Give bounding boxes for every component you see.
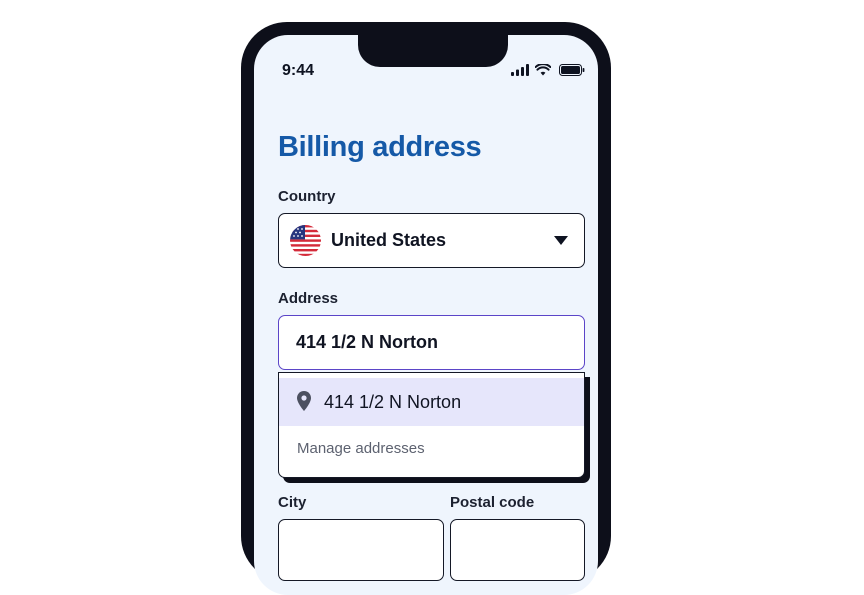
phone-frame: 9:44 Billing address Country United Stat… <box>241 22 611 595</box>
address-label: Address <box>278 290 339 307</box>
status-time: 9:44 <box>282 62 315 79</box>
wifi-icon <box>535 64 551 76</box>
app-screen: 9:44 Billing address Country United Stat… <box>254 35 598 595</box>
postal-code-label: Postal code <box>450 494 535 511</box>
country-label: Country <box>278 188 336 205</box>
address-value: 414 1/2 N Norton <box>296 332 439 352</box>
chevron-down-icon <box>554 236 568 245</box>
manage-addresses-link[interactable]: Manage addresses <box>297 440 425 457</box>
address-suggestions: 414 1/2 N Norton Manage addresses <box>278 372 585 478</box>
notch <box>358 35 508 67</box>
page-title: Billing address <box>278 131 482 163</box>
city-label: City <box>278 494 307 511</box>
location-pin-icon <box>297 391 311 411</box>
signal-icon <box>511 64 529 76</box>
battery-icon <box>559 64 585 76</box>
suggestion-item[interactable]: 414 1/2 N Norton <box>279 378 584 426</box>
postal-code-input[interactable] <box>450 519 585 581</box>
suggestion-text: 414 1/2 N Norton <box>324 392 462 412</box>
city-input[interactable] <box>278 519 444 581</box>
country-value: United States <box>331 230 447 250</box>
address-input[interactable]: 414 1/2 N Norton <box>278 315 585 370</box>
country-select[interactable]: United States <box>278 213 585 268</box>
us-flag-icon <box>290 225 321 256</box>
